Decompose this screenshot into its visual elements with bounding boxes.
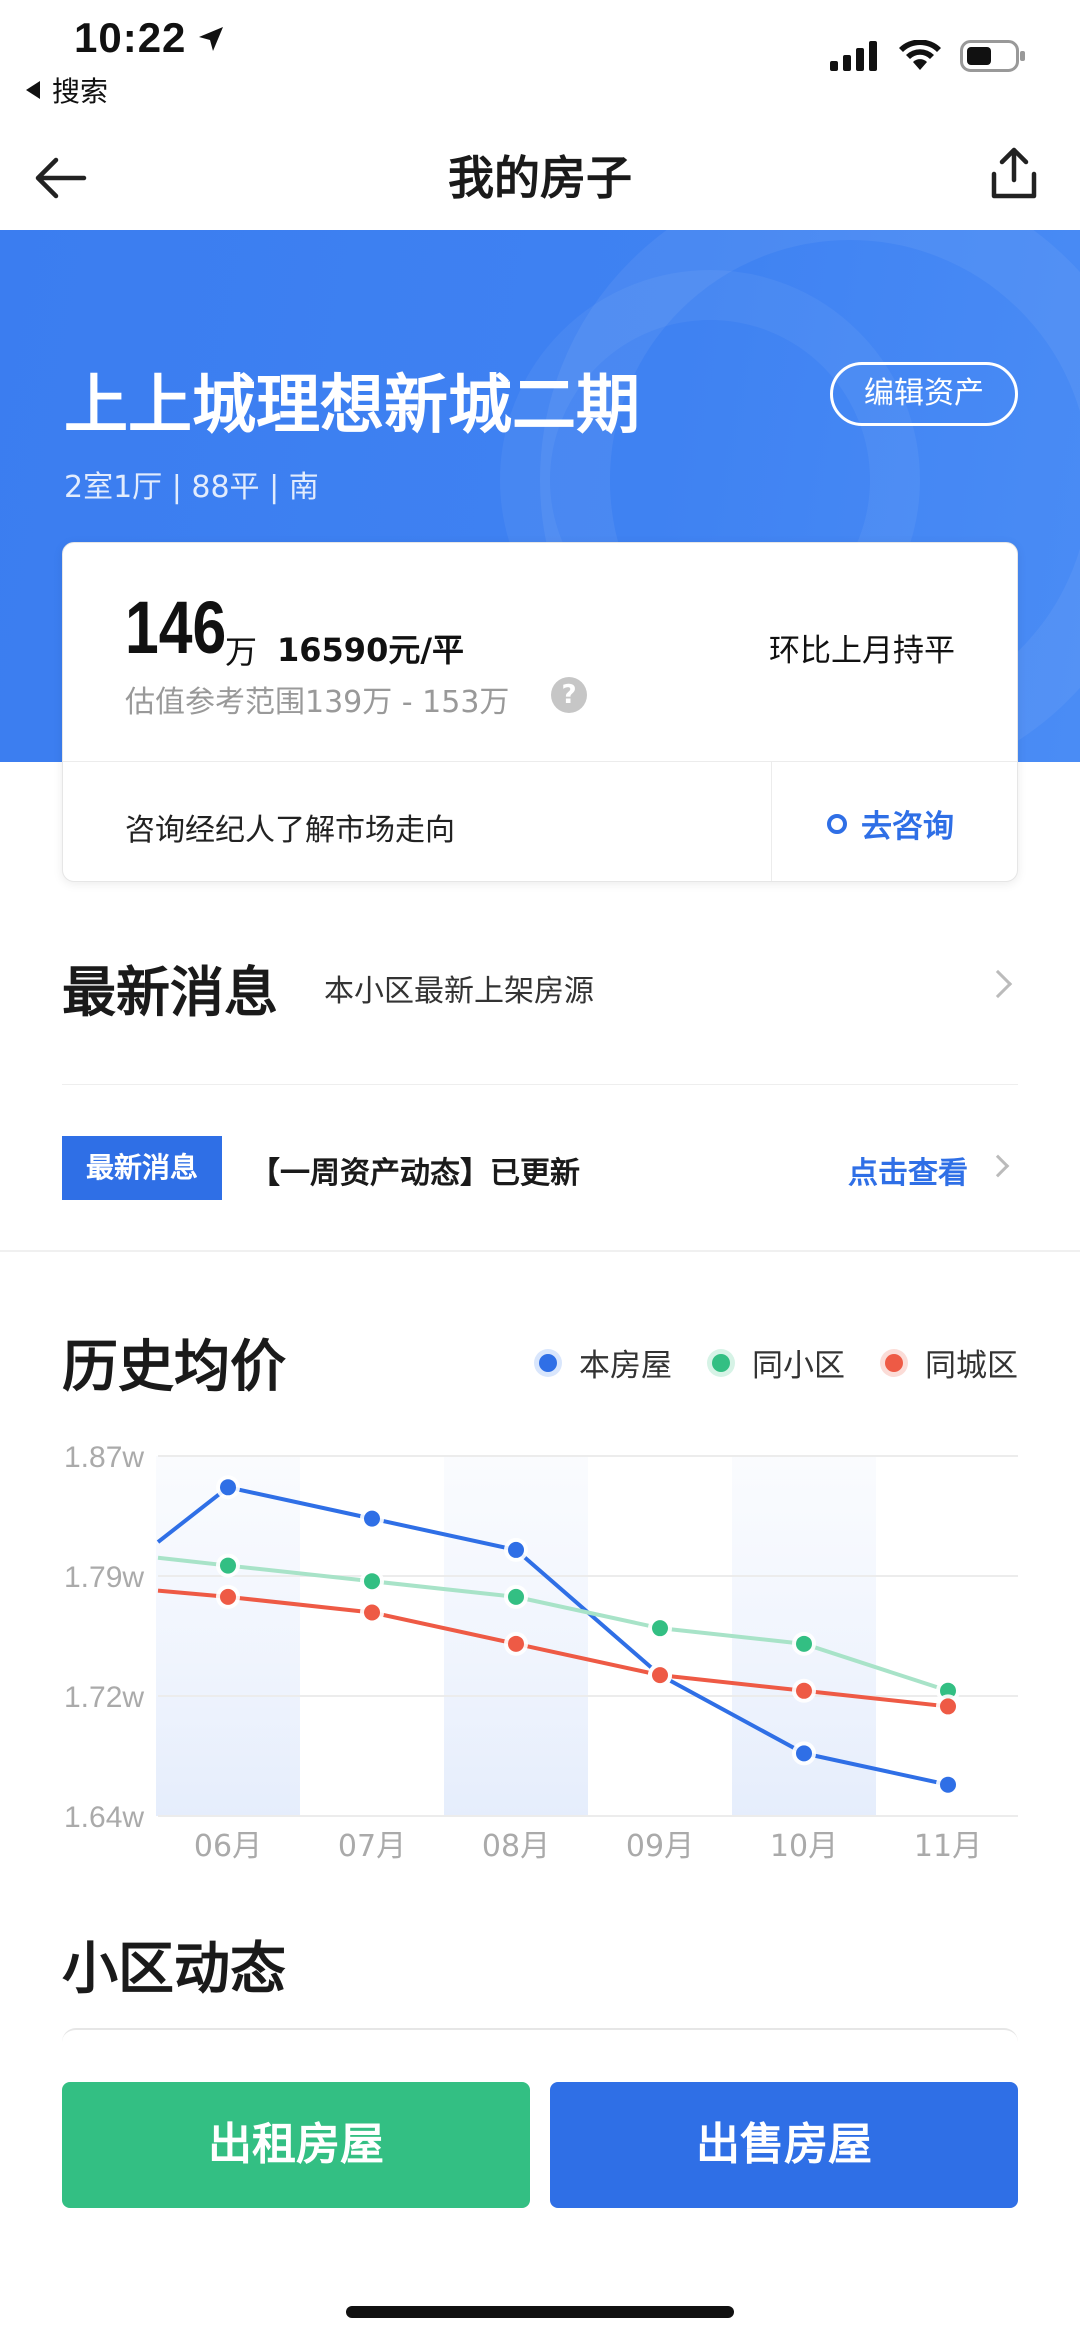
back-to-app-link[interactable]: 搜索 bbox=[26, 70, 108, 110]
data-point bbox=[220, 1588, 236, 1605]
x-tick-label: 07月 bbox=[338, 1829, 406, 1860]
edit-asset-button[interactable]: 编辑资产 bbox=[830, 362, 1018, 426]
unit-price: 16590元/平 bbox=[277, 631, 465, 669]
history-price-title: 历史均价 bbox=[62, 1335, 286, 1400]
latest-news-title: 最新消息 bbox=[62, 961, 278, 1024]
data-point bbox=[796, 1635, 812, 1652]
history-price-chart[interactable]: 1.87w 1.79w 1.72w 1.64w 06月 07月 08月 09月 10月 11月 bbox=[0, 1420, 1080, 1860]
x-tick-label: 08月 bbox=[482, 1829, 550, 1860]
x-tick-label: 09月 bbox=[626, 1829, 694, 1860]
chart-band bbox=[156, 1456, 300, 1816]
legend-label: 本房屋 bbox=[579, 1348, 672, 1384]
section-divider bbox=[62, 1084, 1018, 1085]
data-point bbox=[796, 1745, 812, 1762]
navigation-bar: 我的房子 bbox=[0, 130, 1080, 230]
vertical-divider bbox=[771, 761, 772, 881]
data-point bbox=[652, 1620, 668, 1637]
share-icon[interactable] bbox=[984, 144, 1044, 204]
data-point bbox=[940, 1776, 956, 1793]
x-tick-label: 11月 bbox=[914, 1829, 982, 1860]
card-divider bbox=[63, 761, 1017, 762]
status-time: 10:22 bbox=[74, 14, 187, 61]
back-triangle-icon bbox=[26, 81, 40, 99]
x-tick-label: 06月 bbox=[194, 1829, 262, 1860]
chevron-right-icon bbox=[986, 1154, 1010, 1178]
back-app-label: 搜索 bbox=[52, 75, 109, 108]
news-row[interactable]: 最新消息 【一周资产动态】已更新 点击查看 bbox=[62, 1136, 1018, 1200]
y-tick-label: 1.72w bbox=[64, 1681, 144, 1714]
data-point bbox=[508, 1635, 524, 1652]
view-news-link[interactable]: 点击查看 bbox=[848, 1148, 968, 1192]
community-card bbox=[62, 2028, 1018, 2048]
status-bar: 10:22 搜索 bbox=[0, 0, 1080, 130]
community-news-title: 小区动态 bbox=[62, 1937, 286, 2002]
estate-details: 2室1厅 | 88平 | 南 bbox=[64, 470, 319, 505]
x-tick-label: 10月 bbox=[770, 1829, 838, 1860]
valuation-card: 146 万 16590元/平 环比上月持平 估值参考范围139万 - 153万 … bbox=[62, 542, 1018, 882]
status-icons bbox=[830, 40, 1026, 72]
legend-dot bbox=[539, 1353, 557, 1372]
data-point bbox=[364, 1510, 380, 1527]
sell-house-button[interactable]: 出售房屋 bbox=[550, 2082, 1018, 2208]
chevron-right-icon bbox=[983, 969, 1013, 999]
legend-label: 同小区 bbox=[752, 1348, 845, 1384]
bottom-action-bar: 出租房屋 出售房屋 bbox=[0, 2060, 1080, 2338]
legend-item: 同小区 bbox=[712, 1340, 845, 1385]
legend-item: 同城区 bbox=[885, 1340, 1018, 1385]
consult-button-label: 去咨询 bbox=[861, 809, 954, 845]
full-width-divider bbox=[0, 1250, 1080, 1252]
legend-dot bbox=[712, 1353, 730, 1372]
page-title: 我的房子 bbox=[448, 151, 632, 205]
wifi-icon bbox=[899, 40, 941, 70]
y-tick-label: 1.87w bbox=[64, 1441, 144, 1474]
price-unit: 万 bbox=[225, 633, 258, 671]
ring-icon bbox=[827, 813, 847, 834]
home-indicator[interactable] bbox=[346, 2306, 734, 2318]
estate-name: 上上城理想新城二期 bbox=[64, 369, 640, 443]
chart-legend: 本房屋 同小区 同城区 bbox=[539, 1340, 1018, 1385]
cellular-signal-icon bbox=[830, 41, 877, 71]
news-text: 【一周资产动态】已更新 bbox=[250, 1156, 580, 1191]
data-point bbox=[220, 1479, 236, 1496]
legend-dot bbox=[885, 1353, 903, 1372]
data-point bbox=[652, 1667, 668, 1684]
data-point bbox=[364, 1573, 380, 1590]
estimated-price: 146 bbox=[125, 586, 227, 669]
consult-prompt[interactable]: 咨询经纪人了解市场走向 bbox=[125, 805, 455, 849]
location-arrow-icon bbox=[199, 27, 223, 51]
latest-news-header[interactable]: 最新消息 本小区最新上架房源 bbox=[62, 944, 1018, 1024]
battery-icon bbox=[960, 40, 1025, 72]
data-point bbox=[220, 1557, 236, 1574]
y-tick-label: 1.64w bbox=[64, 1801, 144, 1834]
data-point bbox=[940, 1698, 956, 1715]
y-tick-label: 1.79w bbox=[64, 1561, 144, 1594]
month-over-month-change: 环比上月持平 bbox=[769, 633, 955, 669]
legend-item: 本房屋 bbox=[539, 1340, 672, 1385]
valuation-range: 估值参考范围139万 - 153万 bbox=[125, 685, 510, 720]
news-badge: 最新消息 bbox=[62, 1136, 222, 1200]
help-icon[interactable]: ? bbox=[551, 677, 587, 713]
data-point bbox=[796, 1682, 812, 1699]
consult-button[interactable]: 去咨询 bbox=[827, 801, 954, 846]
data-point bbox=[508, 1588, 524, 1605]
data-point bbox=[508, 1541, 524, 1558]
latest-news-subtitle: 本小区最新上架房源 bbox=[324, 974, 594, 1009]
rent-out-button[interactable]: 出租房屋 bbox=[62, 2082, 530, 2208]
legend-label: 同城区 bbox=[925, 1348, 1018, 1384]
data-point bbox=[364, 1604, 380, 1621]
